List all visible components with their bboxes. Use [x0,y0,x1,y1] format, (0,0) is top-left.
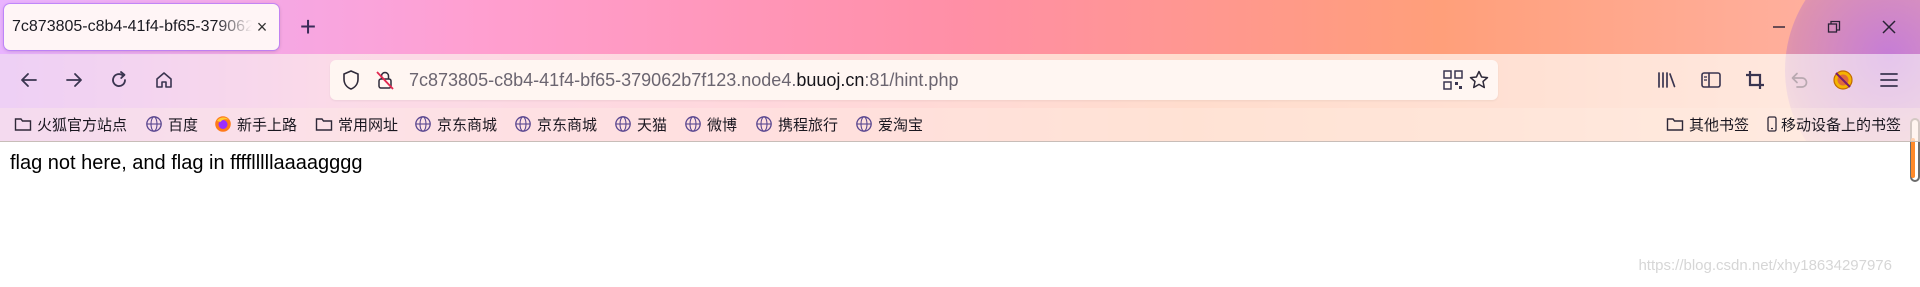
tab-close-button[interactable]: × [252,17,272,37]
bookmark-item[interactable]: 常用网址 [315,112,398,136]
extension-button[interactable] [1826,63,1860,97]
firefox-icon [214,115,232,133]
globe-icon [414,115,432,133]
bookmark-item[interactable]: 携程旅行 [755,112,838,136]
url-prefix: 7c873805-c8b4-41f4-bf65-379062b7f123.nod… [409,70,797,90]
bookmark-label: 常用网址 [338,116,399,134]
undo-icon [1791,72,1808,88]
reload-button[interactable] [102,63,136,97]
close-icon [1882,20,1896,34]
globe-icon [514,115,532,133]
arrow-right-icon [66,73,82,87]
undo-button[interactable] [1782,63,1816,97]
sidebar-button[interactable] [1694,63,1728,97]
close-window-button[interactable] [1866,10,1912,44]
bookmark-item[interactable]: 京东商城 [414,112,497,136]
url-bar[interactable]: 7c873805-c8b4-41f4-bf65-379062b7f123.nod… [330,60,1498,100]
scrollbar-thumb-accent [1911,138,1915,178]
url-text[interactable]: 7c873805-c8b4-41f4-bf65-379062b7f123.nod… [409,70,958,91]
bookmark-item[interactable]: 百度 [145,112,198,136]
bookmark-label: 火狐官方站点 [37,116,128,134]
hamburger-menu-icon [1880,73,1898,87]
bookmark-label: 微博 [707,116,738,134]
home-button[interactable] [147,63,181,97]
bookmark-item[interactable]: 新手上路 [214,112,297,136]
globe-icon [684,115,702,133]
qr-code-icon[interactable] [1442,69,1464,96]
bookmark-item[interactable]: 天猫 [614,112,667,136]
new-tab-button[interactable]: + [296,13,320,41]
url-host: buuoj.cn [796,70,865,90]
bookmark-label: 其他书签 [1689,116,1750,134]
bookmark-label: 天猫 [637,116,668,134]
active-tab[interactable]: 7c873805-c8b4-41f4-bf65-379062b7f123.nod… [4,4,279,50]
bookmark-item[interactable]: 微博 [684,112,737,136]
reload-icon [112,71,126,87]
bookmark-star-icon[interactable] [1468,69,1490,96]
watermark: https://blog.csdn.net/xhy18634297976 [1638,257,1892,274]
url-suffix: :81/hint.php [864,70,959,90]
restore-icon [1827,20,1841,33]
bookmark-label: 京东商城 [537,116,598,134]
minimize-icon [1773,26,1785,28]
library-button[interactable] [1650,63,1684,97]
mobile-icon [1766,115,1778,133]
menu-button[interactable] [1872,63,1906,97]
bookmark-label: 新手上路 [237,116,298,134]
forward-button[interactable] [57,63,91,97]
globe-icon [855,115,873,133]
sidebar-icon [1701,72,1721,88]
globe-icon [145,115,163,133]
bookmark-item[interactable]: 火狐官方站点 [14,112,127,136]
globe-icon [614,115,632,133]
bookmark-item[interactable]: 京东商城 [514,112,597,136]
screenshot-button[interactable] [1738,63,1772,97]
arrow-left-icon [21,73,37,87]
back-button[interactable] [12,63,46,97]
shield-icon[interactable] [340,69,362,96]
folder-icon [14,115,32,133]
home-icon [156,72,172,88]
globe-icon [755,115,773,133]
tab-title: 7c873805-c8b4-41f4-bf65-379062b7f123.nod… [12,18,252,35]
library-icon [1658,72,1676,88]
page-body-text: flag not here, and flag in fffflllllaaaa… [10,152,363,174]
bookmark-label: 爱淘宝 [878,116,924,134]
crop-icon [1746,71,1764,89]
insecure-lock-icon[interactable] [374,69,396,96]
restore-button[interactable] [1811,10,1857,44]
bookmark-label: 携程旅行 [778,116,839,134]
mobile-bookmarks[interactable]: 移动设备上的书签 [1766,112,1901,136]
bookmark-item[interactable]: 爱淘宝 [855,112,923,136]
folder-icon [315,115,333,133]
minimize-button[interactable] [1756,10,1802,44]
folder-icon [1666,115,1684,133]
bookmark-label: 百度 [168,116,199,134]
bookmark-label: 京东商城 [437,116,498,134]
other-bookmarks[interactable]: 其他书签 [1666,112,1749,136]
bookmark-label: 移动设备上的书签 [1781,116,1902,134]
extension-icon [1833,70,1853,90]
